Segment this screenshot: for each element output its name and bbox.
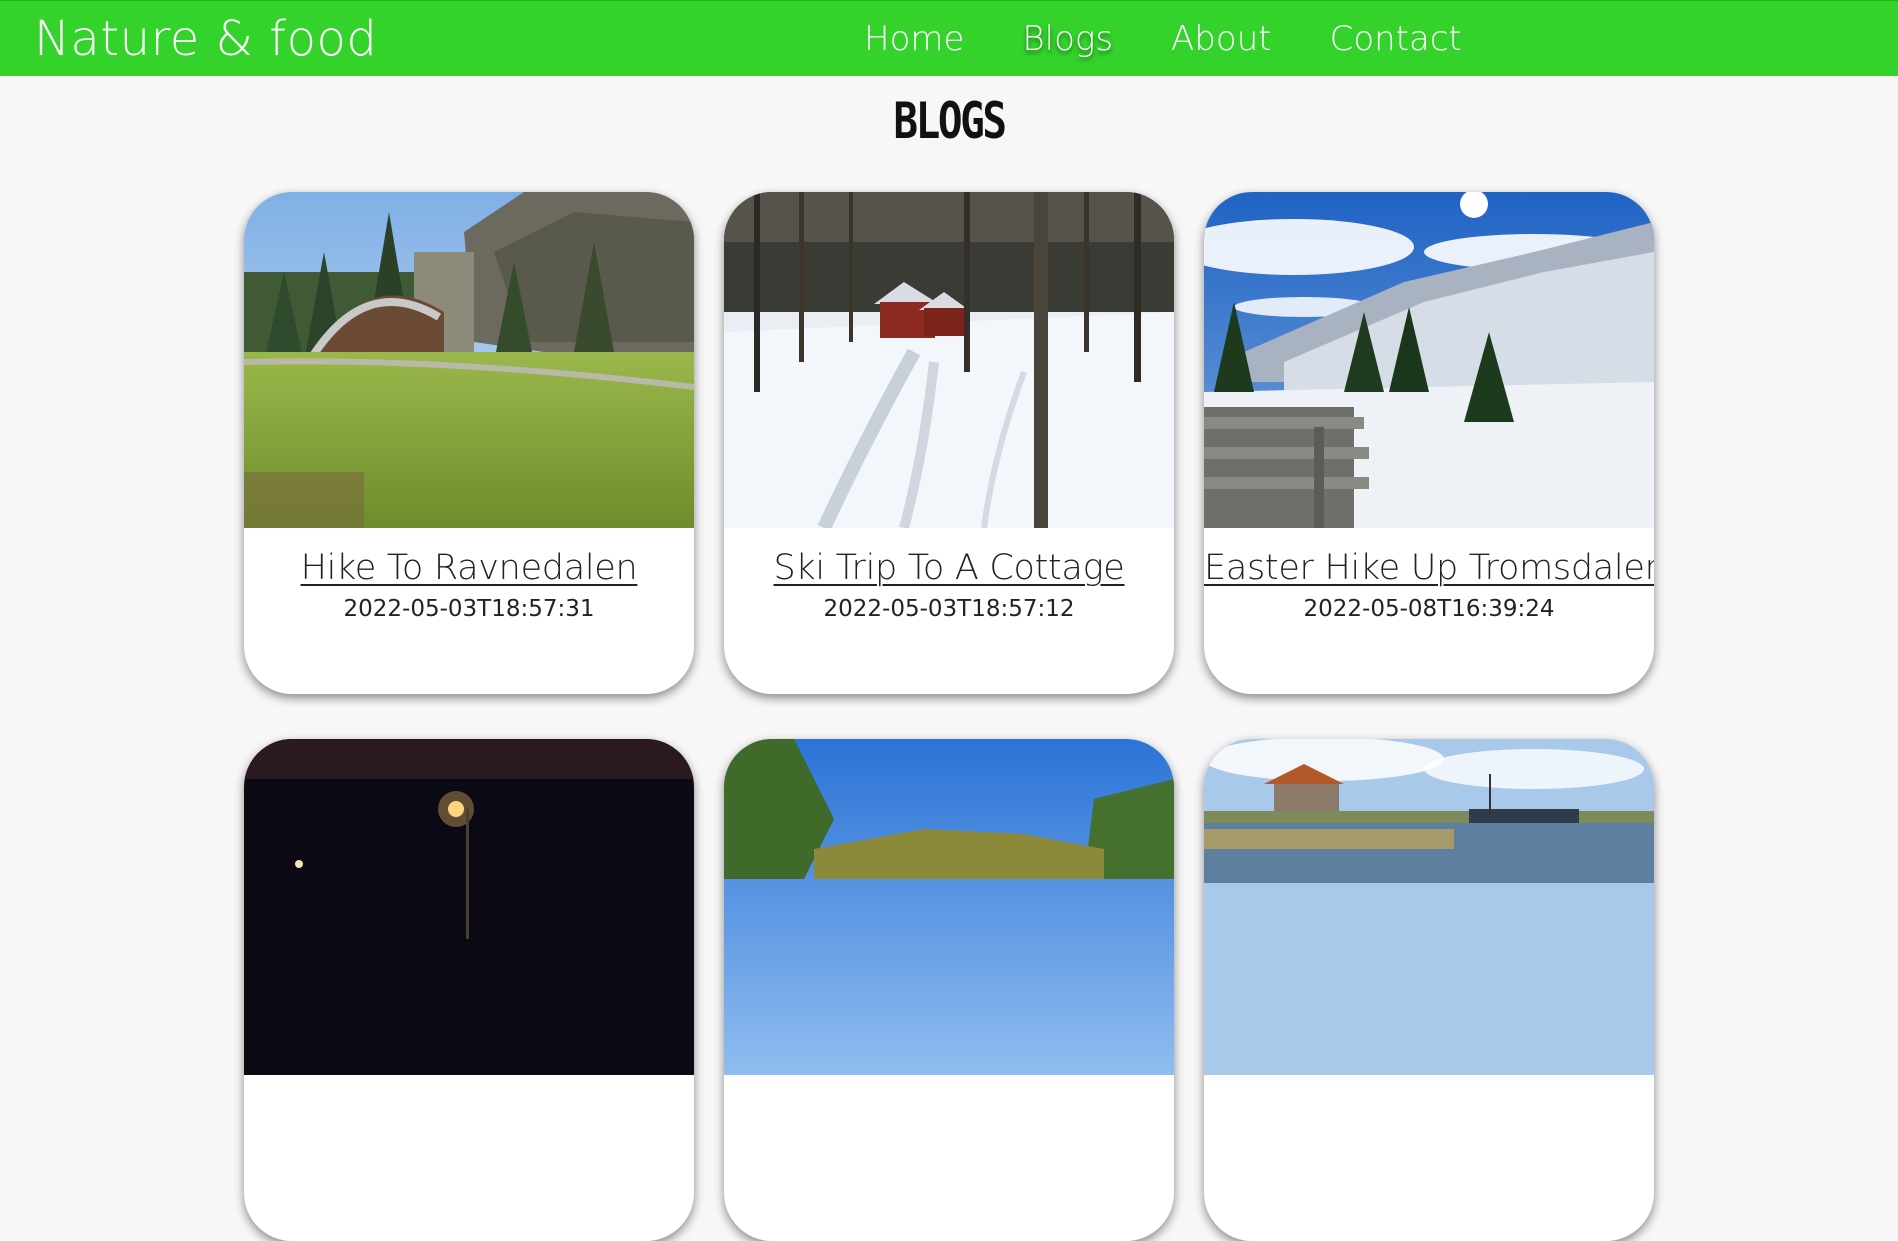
- blog-card-image[interactable]: [1204, 739, 1654, 1075]
- blog-card[interactable]: [1204, 739, 1654, 1241]
- nav-home[interactable]: Home: [864, 19, 964, 59]
- blog-card-image[interactable]: [244, 739, 694, 1075]
- blog-card[interactable]: Easter Hike Up Tromsdalen 2022-05-08T16:…: [1204, 192, 1654, 694]
- blog-card-image[interactable]: [244, 192, 694, 528]
- blog-card-date: 2022-05-03T18:57:12: [823, 596, 1075, 622]
- blog-card-image[interactable]: [1204, 192, 1654, 528]
- blog-card-title[interactable]: Easter Hike Up Tromsdalen: [1204, 548, 1654, 588]
- blog-card-title[interactable]: Hike To Ravnedalen: [244, 548, 694, 588]
- site-logo[interactable]: Nature & food: [34, 11, 377, 67]
- site-header: Nature & food Home Blogs About Contact: [0, 0, 1898, 76]
- blog-card-image[interactable]: [724, 192, 1174, 528]
- blog-card[interactable]: [244, 739, 694, 1241]
- blog-card[interactable]: Ski Trip To A Cottage 2022-05-03T18:57:1…: [724, 192, 1174, 694]
- page-title: BLOGS: [893, 92, 1007, 150]
- blog-card-date: 2022-05-03T18:57:31: [343, 596, 595, 622]
- nav-about[interactable]: About: [1171, 19, 1272, 59]
- blog-card-title[interactable]: Ski Trip To A Cottage: [724, 548, 1174, 588]
- blog-card[interactable]: Hike To Ravnedalen 2022-05-03T18:57:31: [244, 192, 694, 694]
- nav-contact[interactable]: Contact: [1330, 19, 1462, 59]
- blog-card-image[interactable]: [724, 739, 1174, 1075]
- nav-blogs[interactable]: Blogs: [1022, 19, 1113, 59]
- blog-card-date: 2022-05-08T16:39:24: [1303, 596, 1555, 622]
- main-nav: Home Blogs About Contact: [864, 15, 1462, 63]
- blog-card[interactable]: [724, 739, 1174, 1241]
